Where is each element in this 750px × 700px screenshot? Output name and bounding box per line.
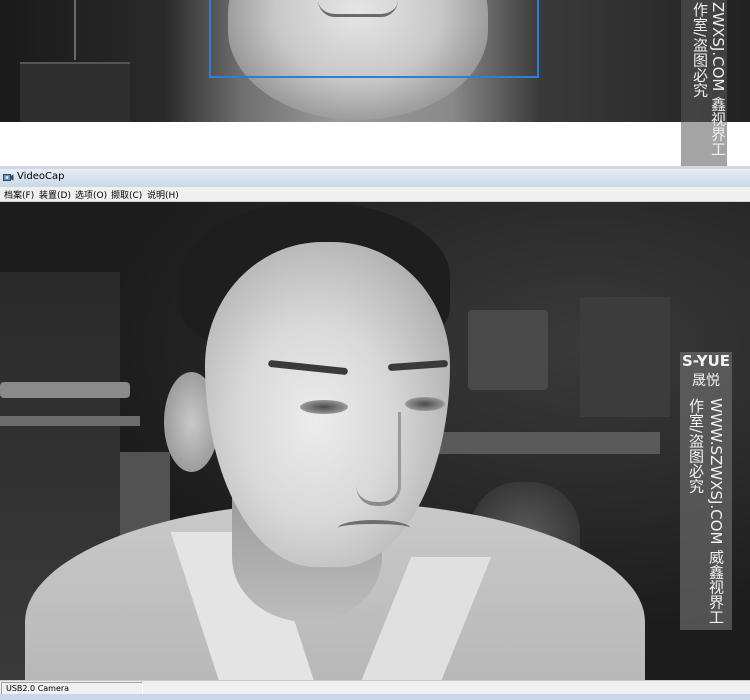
status-bar: USB2.0 Camera [0,680,750,695]
window-title: VideoCap [17,171,65,182]
menu-options[interactable]: 选项(O) [75,188,107,201]
menu-device[interactable]: 装置(D) [39,188,71,201]
previous-camera-frame [0,0,750,122]
title-bar[interactable]: VideoCap [0,169,750,188]
background-rail [0,382,130,398]
background-shelf [20,62,130,122]
background-cabinet [580,297,670,417]
menu-bar: 档案(F) 装置(D) 选项(O) 撷取(C) 说明(H) [0,187,750,202]
eye-left [300,400,348,414]
nose [356,412,401,506]
watermark-top-text: ZWXSJ.COM 鑫视界工作室/盗图必究 [691,2,727,157]
window-bottom-border [0,694,750,700]
mouth [338,520,410,536]
watermark-brand-cn: 晟悦 [692,373,720,389]
background-pole [74,0,76,60]
status-text: USB2.0 Camera [6,684,70,693]
videocap-window: VideoCap 档案(F) 装置(D) 选项(O) 撷取(C) 说明(H) S… [0,169,750,700]
background-rail-lower [0,416,140,426]
menu-file[interactable]: 档案(F) [4,188,34,201]
face-detection-box [209,0,539,78]
watermark-site: WWW.SZWXSJ.COM [707,398,725,545]
background-table [430,432,660,454]
camera-app-icon [3,174,14,181]
video-preview: S-YUE 晟悦 WWW.SZWXSJ.COM 威鑫视界工作室/盗图必究 [0,202,750,680]
eye-right [405,397,445,411]
watermark-text: WWW.SZWXSJ.COM 威鑫视界工作室/盗图必究 [686,398,726,630]
frame-gap [0,122,750,166]
background-monitor [468,310,548,390]
menu-capture[interactable]: 撷取(C) [111,188,142,201]
watermark-brand-en: S-YUE [681,352,731,370]
menu-help[interactable]: 说明(H) [147,188,179,201]
